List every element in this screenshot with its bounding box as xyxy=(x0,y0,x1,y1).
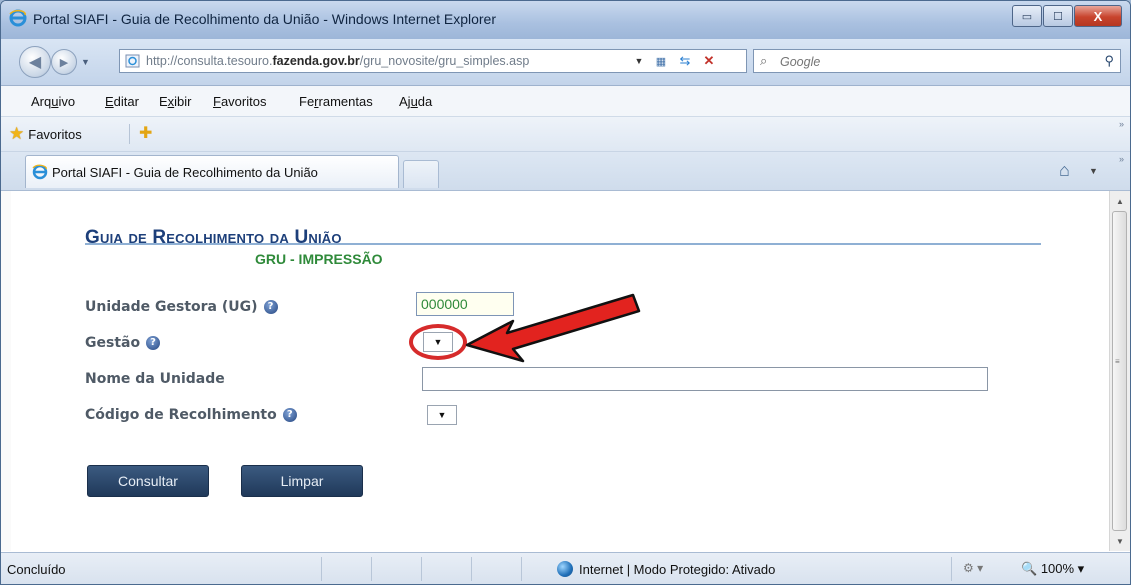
title-bar[interactable]: Portal SIAFI - Guia de Recolhimento da U… xyxy=(1,1,1130,40)
field-label-gestao: Gestão? xyxy=(85,335,161,351)
vertical-scrollbar[interactable]: ▲ ≡ ▼ xyxy=(1109,191,1130,551)
nome-unidade-input[interactable] xyxy=(422,367,988,391)
protected-mode-icon[interactable]: ⚙ ▾ xyxy=(963,561,983,575)
home-icon[interactable]: ⌂ xyxy=(1059,160,1070,181)
status-text: Concluído xyxy=(7,562,66,577)
status-separator xyxy=(951,557,952,581)
menu-ajuda[interactable]: Ajuda xyxy=(399,94,432,109)
field-label-ug: Unidade Gestora (UG)? xyxy=(85,299,278,315)
new-tab-button[interactable] xyxy=(403,160,439,188)
status-separator xyxy=(371,557,372,581)
menu-bar: Arquivo Editar Exibir Favoritos Ferramen… xyxy=(1,86,1130,117)
scroll-thumb[interactable] xyxy=(1112,211,1127,531)
status-separator xyxy=(521,557,522,581)
ie-page-icon xyxy=(32,164,48,180)
arrow-left-icon: ◀ xyxy=(28,54,42,71)
annotation-arrow-icon xyxy=(465,293,641,363)
favorites-bar: ★ Favoritos ✚ » xyxy=(1,117,1130,152)
field-label-nome: Nome da Unidade xyxy=(85,371,225,387)
consultar-button[interactable]: Consultar xyxy=(87,465,209,497)
close-icon: X xyxy=(1093,8,1103,24)
back-button[interactable]: ◀ xyxy=(19,46,51,78)
page-icon xyxy=(125,54,140,68)
status-bar: Concluído Internet | Modo Protegido: Ati… xyxy=(1,552,1130,584)
home-dropdown-icon[interactable]: ▼ xyxy=(1089,166,1098,176)
address-bar[interactable]: http://consulta.tesouro.fazenda.gov.br/g… xyxy=(119,49,747,73)
arrow-right-icon: ▶ xyxy=(59,56,69,69)
minimize-button[interactable]: ▭ xyxy=(1012,5,1042,27)
ie-logo-icon xyxy=(9,9,27,27)
help-icon[interactable]: ? xyxy=(263,300,278,314)
tab-label: Portal SIAFI - Guia de Recolhimento da U… xyxy=(52,165,318,180)
favorites-button[interactable]: ★ Favoritos xyxy=(9,123,82,145)
favorites-label: Favoritos xyxy=(28,126,82,142)
search-input[interactable] xyxy=(778,52,1082,72)
page-title: Guia de Recolhimento da União xyxy=(85,227,342,248)
codigo-recolhimento-select[interactable]: ▼ xyxy=(427,405,457,425)
menu-favoritos[interactable]: Favoritos xyxy=(213,94,266,109)
close-button[interactable]: X xyxy=(1074,5,1122,27)
address-url: http://consulta.tesouro.fazenda.gov.br/g… xyxy=(146,54,529,68)
menu-ferramentas[interactable]: Ferramentas xyxy=(299,94,373,109)
maximize-button[interactable]: ☐ xyxy=(1043,5,1073,27)
tab-portal-siafi[interactable]: Portal SIAFI - Guia de Recolhimento da U… xyxy=(25,155,399,188)
chevron-more-icon[interactable]: » xyxy=(1119,119,1124,129)
maximize-icon: ☐ xyxy=(1053,10,1063,23)
recent-pages-dropdown[interactable]: ▼ xyxy=(81,57,90,67)
scroll-up-icon[interactable]: ▲ xyxy=(1110,193,1130,209)
zoom-level[interactable]: 🔍 100% ▾ xyxy=(1021,561,1084,577)
window-title: Portal SIAFI - Guia de Recolhimento da U… xyxy=(33,11,496,27)
menu-arquivo[interactable]: Arquivo xyxy=(31,94,75,109)
codigo-label: Código de Recolhimento xyxy=(85,407,277,423)
add-favorite-icon[interactable]: ✚ xyxy=(139,123,152,143)
help-icon[interactable]: ? xyxy=(146,336,161,350)
globe-icon xyxy=(557,561,573,577)
url-domain: fazenda.gov.br xyxy=(272,54,360,68)
highlight-circle xyxy=(409,324,467,360)
gestao-label: Gestão xyxy=(85,335,141,351)
address-dropdown-icon[interactable]: ▼ xyxy=(630,53,648,69)
toolbar-chevron-icon[interactable]: » xyxy=(1119,154,1124,164)
status-separator xyxy=(421,557,422,581)
star-icon: ★ xyxy=(9,124,25,143)
limpar-button[interactable]: Limpar xyxy=(241,465,363,497)
menu-editar[interactable]: Editar xyxy=(105,94,139,109)
help-icon[interactable]: ? xyxy=(282,408,297,422)
caption-buttons: ▭ ☐ X xyxy=(1011,5,1122,27)
forward-button[interactable]: ▶ xyxy=(51,49,77,75)
page-content: Guia de Recolhimento da União GRU - IMPR… xyxy=(11,191,1109,551)
page-subtitle: GRU - IMPRESSÃO xyxy=(255,251,383,267)
stop-icon[interactable]: ✕ xyxy=(700,53,718,69)
search-go-icon[interactable]: ⚲ xyxy=(1104,53,1114,69)
zone-label: Internet | Modo Protegido: Ativado xyxy=(579,561,776,577)
nome-label: Nome da Unidade xyxy=(85,371,225,387)
scroll-down-icon[interactable]: ▼ xyxy=(1110,533,1130,549)
navigation-bar: ◀ ▶ ▼ http://consulta.tesouro.fazenda.go… xyxy=(1,39,1130,86)
security-zone[interactable]: Internet | Modo Protegido: Ativado xyxy=(557,561,775,577)
url-prefix: http://consulta.tesouro. xyxy=(146,54,273,68)
status-separator xyxy=(471,557,472,581)
refresh-icon[interactable]: ⇆ xyxy=(676,53,694,69)
grip-icon: ≡ xyxy=(1115,357,1120,366)
chevron-down-icon: ▼ xyxy=(437,410,447,420)
compatibility-view-icon[interactable]: ▦ xyxy=(652,53,670,69)
minimize-icon: ▭ xyxy=(1021,10,1033,23)
title-underline xyxy=(85,243,1041,245)
browser-window: Portal SIAFI - Guia de Recolhimento da U… xyxy=(0,0,1131,585)
tab-row: Portal SIAFI - Guia de Recolhimento da U… xyxy=(1,152,1130,191)
ug-label: Unidade Gestora (UG) xyxy=(85,299,258,315)
search-box[interactable]: ⌕ ⚲ xyxy=(753,49,1121,73)
menu-exibir[interactable]: Exibir xyxy=(159,94,192,109)
field-label-codigo: Código de Recolhimento? xyxy=(85,407,297,423)
zoom-value: 100% xyxy=(1040,561,1075,576)
status-separator xyxy=(321,557,322,581)
favorites-separator xyxy=(129,124,130,144)
url-path: /gru_novosite/gru_simples.asp xyxy=(359,54,530,68)
search-icon: ⌕ xyxy=(760,53,768,68)
